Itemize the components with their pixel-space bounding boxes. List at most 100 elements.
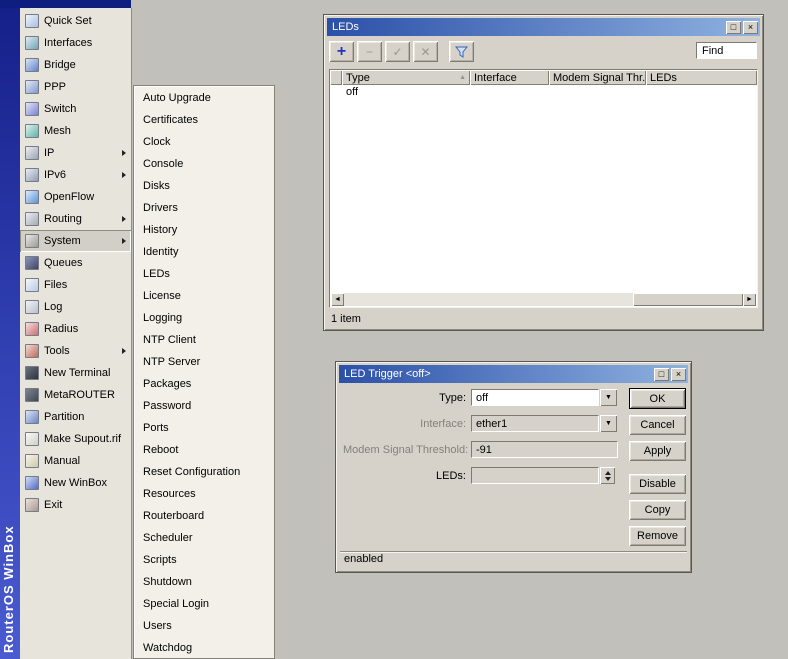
sidebar-item-files[interactable]: Files — [20, 274, 131, 296]
leds-combobox[interactable] — [471, 467, 599, 484]
sidebar-item-label: New Terminal — [44, 367, 110, 379]
scroll-left-button[interactable]: ◄ — [331, 293, 344, 306]
type-combobox[interactable]: off — [471, 389, 599, 406]
submenu-item-auto-upgrade[interactable]: Auto Upgrade — [134, 87, 274, 109]
leds-column-header[interactable]: LEDs — [646, 70, 757, 85]
type-dropdown-button[interactable]: ▼ — [600, 389, 617, 406]
submenu-item-history[interactable]: History — [134, 219, 274, 241]
submenu-item-console[interactable]: Console — [134, 153, 274, 175]
sidebar-item-ip[interactable]: IP — [20, 142, 131, 164]
led-trigger-titlebar[interactable]: LED Trigger <off> □ × — [339, 365, 688, 383]
submenu-item-users[interactable]: Users — [134, 615, 274, 637]
ok-button[interactable]: OK — [629, 388, 686, 409]
sidebar-item-switch[interactable]: Switch — [20, 98, 131, 120]
sidebar-item-quick-set[interactable]: Quick Set — [20, 10, 131, 32]
submenu-item-reboot[interactable]: Reboot — [134, 439, 274, 461]
mesh-icon — [25, 124, 39, 138]
find-input[interactable] — [696, 42, 757, 59]
submenu-item-identity[interactable]: Identity — [134, 241, 274, 263]
exit-icon — [25, 498, 39, 512]
submenu-item-disks[interactable]: Disks — [134, 175, 274, 197]
submenu-item-scheduler[interactable]: Scheduler — [134, 527, 274, 549]
submenu-item-packages[interactable]: Packages — [134, 373, 274, 395]
sidebar-item-system[interactable]: System — [20, 230, 131, 252]
sidebar-item-bridge[interactable]: Bridge — [20, 54, 131, 76]
sidebar-item-tools[interactable]: Tools — [20, 340, 131, 362]
sidebar-item-new-terminal[interactable]: New Terminal — [20, 362, 131, 384]
sidebar-item-ipv6[interactable]: IPv6 — [20, 164, 131, 186]
enable-button[interactable]: ✓ — [385, 41, 410, 62]
submenu-item-logging[interactable]: Logging — [134, 307, 274, 329]
scroll-right-button[interactable]: ► — [743, 293, 756, 306]
horizontal-scrollbar[interactable]: ◄ ► — [331, 293, 756, 306]
terminal-icon — [25, 366, 39, 380]
remove-button[interactable]: − — [357, 41, 382, 62]
cancel-button[interactable]: Cancel — [629, 415, 686, 435]
close-button[interactable]: × — [743, 21, 758, 34]
submenu-item-routerboard[interactable]: Routerboard — [134, 505, 274, 527]
sidebar-item-mesh[interactable]: Mesh — [20, 120, 131, 142]
submenu-item-leds[interactable]: LEDs — [134, 263, 274, 285]
sidebar-item-openflow[interactable]: OpenFlow — [20, 186, 131, 208]
leds-window-body: + − ✓ ✕ Type▲ Interface Modem Signal Thr… — [327, 36, 760, 327]
disable-button[interactable]: ✕ — [413, 41, 438, 62]
leds-label: LEDs: — [343, 470, 466, 482]
type-column-header[interactable]: Type▲ — [342, 70, 470, 85]
submenu-item-license[interactable]: License — [134, 285, 274, 307]
submenu-item-clock[interactable]: Clock — [134, 131, 274, 153]
maximize-button[interactable]: □ — [654, 368, 669, 381]
remove-trigger-button[interactable]: Remove — [629, 526, 686, 546]
copy-button[interactable]: Copy — [629, 500, 686, 520]
submenu-item-ntp-server[interactable]: NTP Server — [134, 351, 274, 373]
sidebar-item-label: System — [44, 235, 81, 247]
sidebar-item-label: Switch — [44, 103, 76, 115]
flag-column-header[interactable] — [330, 70, 342, 85]
submenu-item-watchdog[interactable]: Watchdog — [134, 637, 274, 659]
submenu-item-certificates[interactable]: Certificates — [134, 109, 274, 131]
interface-column-header[interactable]: Interface — [470, 70, 549, 85]
submenu-item-resources[interactable]: Resources — [134, 483, 274, 505]
disable-trigger-button[interactable]: Disable — [629, 474, 686, 494]
sidebar-item-interfaces[interactable]: Interfaces — [20, 32, 131, 54]
submenu-item-ports[interactable]: Ports — [134, 417, 274, 439]
leds-titlebar[interactable]: LEDs □ × — [327, 18, 760, 36]
modem-threshold-column-header[interactable]: Modem Signal Thr... — [549, 70, 646, 85]
sidebar-item-label: Routing — [44, 213, 82, 225]
submenu-item-drivers[interactable]: Drivers — [134, 197, 274, 219]
sidebar-item-new-winbox[interactable]: New WinBox — [20, 472, 131, 494]
scrollbar-thumb[interactable] — [633, 293, 743, 306]
metarouter-icon — [25, 388, 39, 402]
sidebar-item-queues[interactable]: Queues — [20, 252, 131, 274]
sidebar-item-routing[interactable]: Routing — [20, 208, 131, 230]
submenu-item-password[interactable]: Password — [134, 395, 274, 417]
sidebar-item-ppp[interactable]: PPP — [20, 76, 131, 98]
sidebar-item-log[interactable]: Log — [20, 296, 131, 318]
sidebar-item-radius[interactable]: Radius — [20, 318, 131, 340]
sidebar-item-metarouter[interactable]: MetaROUTER — [20, 384, 131, 406]
arrow-up-icon — [605, 471, 611, 475]
filter-button[interactable] — [449, 41, 474, 62]
submenu-item-shutdown[interactable]: Shutdown — [134, 571, 274, 593]
sidebar-item-make-supout[interactable]: Make Supout.rif — [20, 428, 131, 450]
close-button[interactable]: × — [671, 368, 686, 381]
sidebar-item-partition[interactable]: Partition — [20, 406, 131, 428]
maximize-icon: □ — [659, 370, 664, 379]
table-row[interactable]: off — [330, 85, 757, 99]
interface-combobox[interactable]: ether1 — [471, 415, 599, 432]
sidebar-item-exit[interactable]: Exit — [20, 494, 131, 516]
leds-updown-button[interactable] — [600, 467, 615, 484]
sidebar-item-manual[interactable]: Manual — [20, 450, 131, 472]
add-button[interactable]: + — [329, 41, 354, 62]
maximize-button[interactable]: □ — [726, 21, 741, 34]
row-type-cell: off — [342, 86, 470, 98]
threshold-input[interactable]: -91 — [471, 441, 618, 458]
submenu-item-ntp-client[interactable]: NTP Client — [134, 329, 274, 351]
app-vertical-title: RouterOS WinBox — [1, 525, 16, 653]
leds-window-title: LEDs — [332, 21, 724, 33]
apply-button[interactable]: Apply — [629, 441, 686, 461]
sidebar-item-label: Files — [44, 279, 67, 291]
submenu-item-reset-configuration[interactable]: Reset Configuration — [134, 461, 274, 483]
submenu-item-special-login[interactable]: Special Login — [134, 593, 274, 615]
submenu-item-scripts[interactable]: Scripts — [134, 549, 274, 571]
interface-dropdown-button[interactable]: ▼ — [600, 415, 617, 432]
